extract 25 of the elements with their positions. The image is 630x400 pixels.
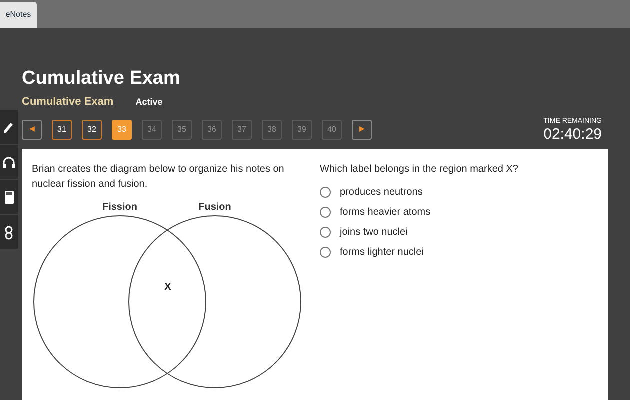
tool-button[interactable] — [0, 180, 18, 214]
page-button[interactable]: 33 — [112, 120, 132, 140]
exam-subtitle: Cumulative Exam — [22, 95, 114, 110]
tool-button[interactable] — [0, 145, 18, 179]
option-label: joins two nuclei — [340, 226, 408, 240]
radio-button[interactable] — [320, 207, 331, 218]
option-label: forms lighter nuclei — [340, 246, 424, 260]
tool-button[interactable] — [0, 215, 18, 249]
status-label: Active — [136, 96, 163, 108]
radio-button[interactable] — [320, 187, 331, 198]
circle-label: Fusion — [198, 202, 232, 213]
browser-tab[interactable]: eNotes — [0, 2, 37, 28]
page-button[interactable]: 31 — [52, 120, 72, 140]
circle-label: Fission — [102, 202, 138, 213]
timer-value: 02:40:29 — [544, 127, 602, 143]
radio-button[interactable] — [320, 247, 331, 258]
question-text: Brian creates the diagram below to organize his notes on nuclear fission and fusion. — [32, 163, 286, 192]
option-label: forms heavier atoms — [340, 206, 431, 220]
region-label: X — [164, 282, 172, 293]
tool-button[interactable] — [0, 110, 18, 144]
radio-button[interactable] — [320, 227, 331, 238]
exam-title: Cumulative Exam — [22, 68, 182, 90]
prompt-text: Which label belongs in the region marked X? — [320, 163, 518, 177]
page-button[interactable]: 32 — [82, 120, 102, 140]
option-label: produces neutrons — [340, 186, 423, 200]
